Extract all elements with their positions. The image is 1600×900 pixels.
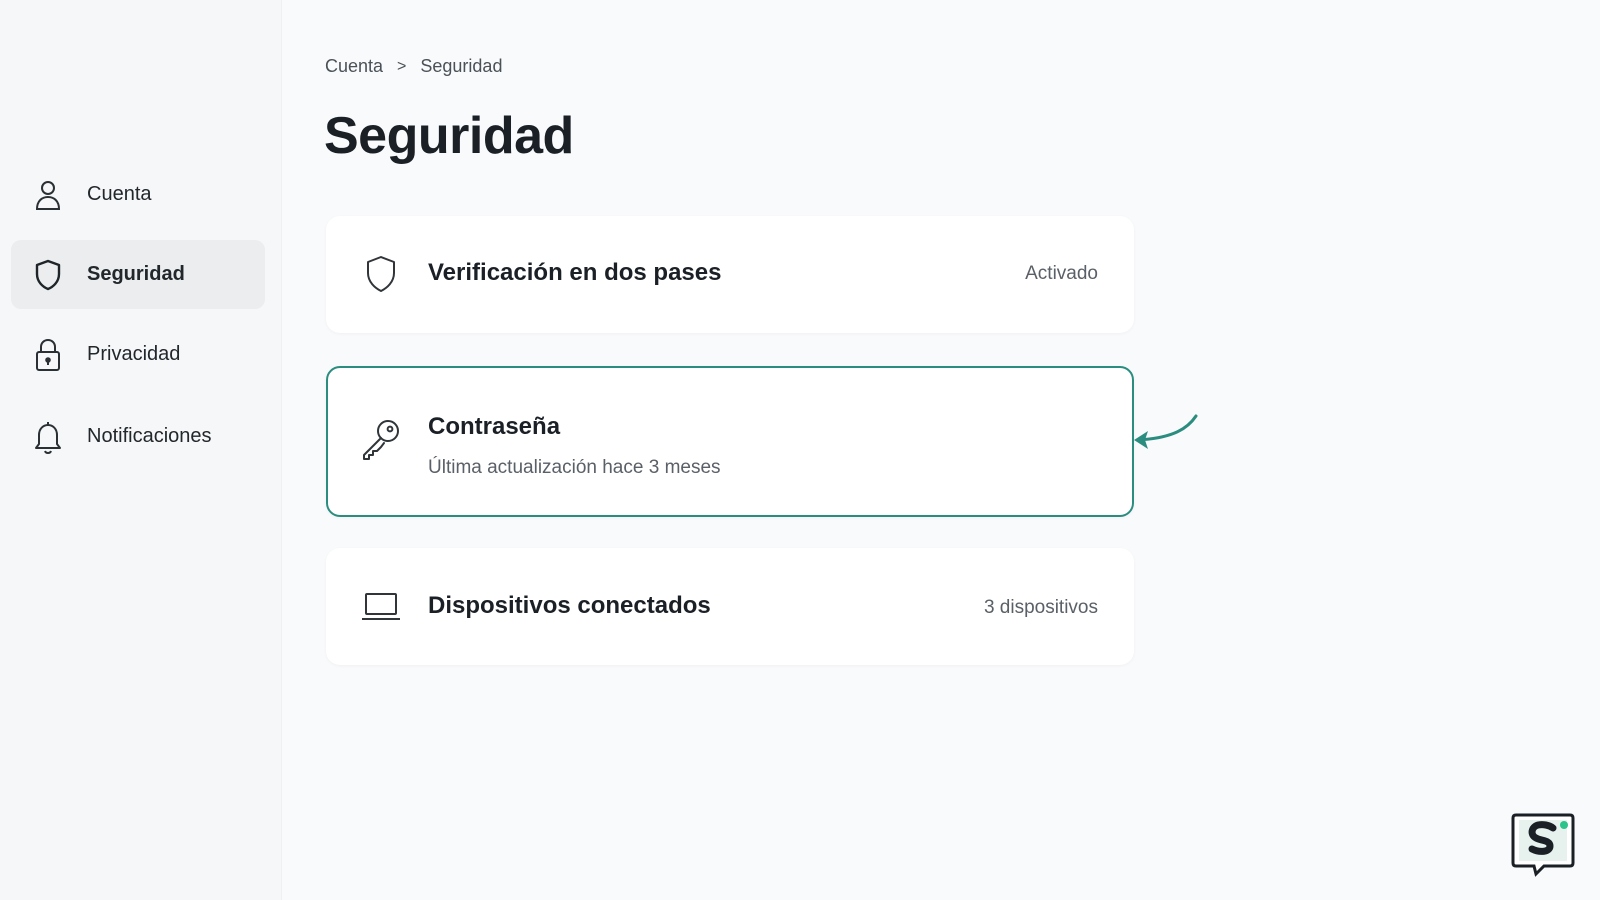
sidebar: Cuenta Seguridad Privacidad Notificacion… <box>0 0 282 900</box>
user-icon <box>33 178 63 212</box>
app-logo-icon <box>1511 813 1575 877</box>
devices-count: 3 dispositivos <box>983 597 1098 618</box>
two-factor-card[interactable]: Verificación en dos pases Activado <box>326 216 1134 333</box>
sidebar-item-label: Seguridad <box>87 263 185 285</box>
key-icon <box>356 414 406 464</box>
settings-app: Cuenta Seguridad Privacidad Notificacion… <box>0 0 1600 900</box>
bell-icon <box>33 420 63 454</box>
devices-title: Dispositivos conectados <box>428 592 711 619</box>
sidebar-item-label: Notificaciones <box>87 425 212 447</box>
laptop-icon <box>356 582 406 632</box>
two-factor-status: Activado <box>1025 263 1098 284</box>
breadcrumb: Cuenta > Seguridad <box>325 56 502 77</box>
page-title: Seguridad <box>324 107 574 165</box>
password-card[interactable]: Contraseña Última actualización hace 3 m… <box>326 366 1134 517</box>
two-factor-title: Verificación en dos pases <box>428 259 722 286</box>
sidebar-item-seguridad[interactable]: Seguridad <box>11 240 265 309</box>
sidebar-item-notificaciones[interactable]: Notificaciones <box>11 402 265 471</box>
shield-icon <box>33 258 63 292</box>
shield-icon <box>356 249 406 299</box>
devices-card[interactable]: Dispositivos conectados 3 dispositivos <box>326 548 1134 665</box>
sidebar-item-label: Privacidad <box>87 343 181 365</box>
lock-icon <box>33 338 63 372</box>
sidebar-item-label: Cuenta <box>87 183 152 205</box>
sidebar-item-cuenta[interactable]: Cuenta <box>11 160 265 229</box>
password-title: Contraseña <box>428 413 561 440</box>
annotation-arrow-icon <box>1134 414 1198 449</box>
breadcrumb-link-cuenta[interactable]: Cuenta <box>325 56 383 77</box>
sidebar-item-privacidad[interactable]: Privacidad <box>11 320 265 389</box>
breadcrumb-current: Seguridad <box>420 56 503 76</box>
breadcrumb-separator: > <box>397 57 407 75</box>
password-last-updated: Última actualización hace 3 meses <box>428 457 721 478</box>
